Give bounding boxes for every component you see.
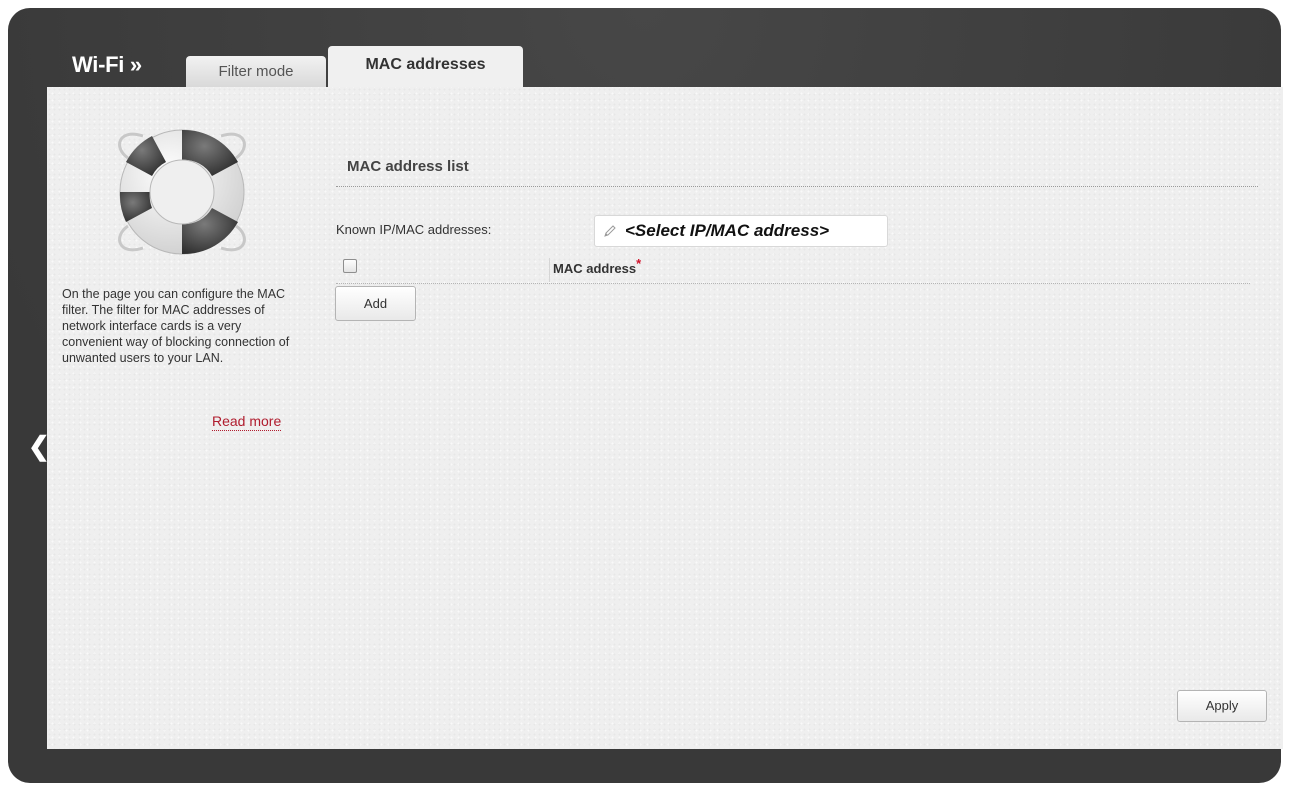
table-header-divider xyxy=(336,283,1250,284)
known-addresses-select[interactable]: <Select IP/MAC address> xyxy=(594,215,888,247)
page-title: Wi-Fi » xyxy=(72,52,142,77)
lifebuoy-icon xyxy=(118,129,246,255)
pencil-icon xyxy=(604,225,616,237)
known-addresses-label: Known IP/MAC addresses: xyxy=(336,222,492,237)
section-divider xyxy=(336,186,1258,187)
section-title: MAC address list xyxy=(347,158,469,175)
required-marker: * xyxy=(636,256,642,271)
select-value: <Select IP/MAC address> xyxy=(625,221,830,240)
add-button[interactable]: Add xyxy=(335,286,416,321)
column-separator xyxy=(549,258,550,282)
select-all-checkbox[interactable] xyxy=(343,259,357,273)
read-more-link[interactable]: Read more xyxy=(212,413,282,431)
apply-button[interactable]: Apply xyxy=(1177,690,1267,722)
tab-mac-addresses[interactable]: MAC addresses xyxy=(328,46,523,90)
help-text: On the page you can configure the MAC fi… xyxy=(62,287,290,365)
mac-address-column-header: MAC address* xyxy=(553,256,641,276)
column-label: MAC address xyxy=(553,261,637,276)
chevron-left-icon[interactable]: ❮ xyxy=(28,433,50,459)
tab-filter-mode[interactable]: Filter mode xyxy=(186,56,326,88)
